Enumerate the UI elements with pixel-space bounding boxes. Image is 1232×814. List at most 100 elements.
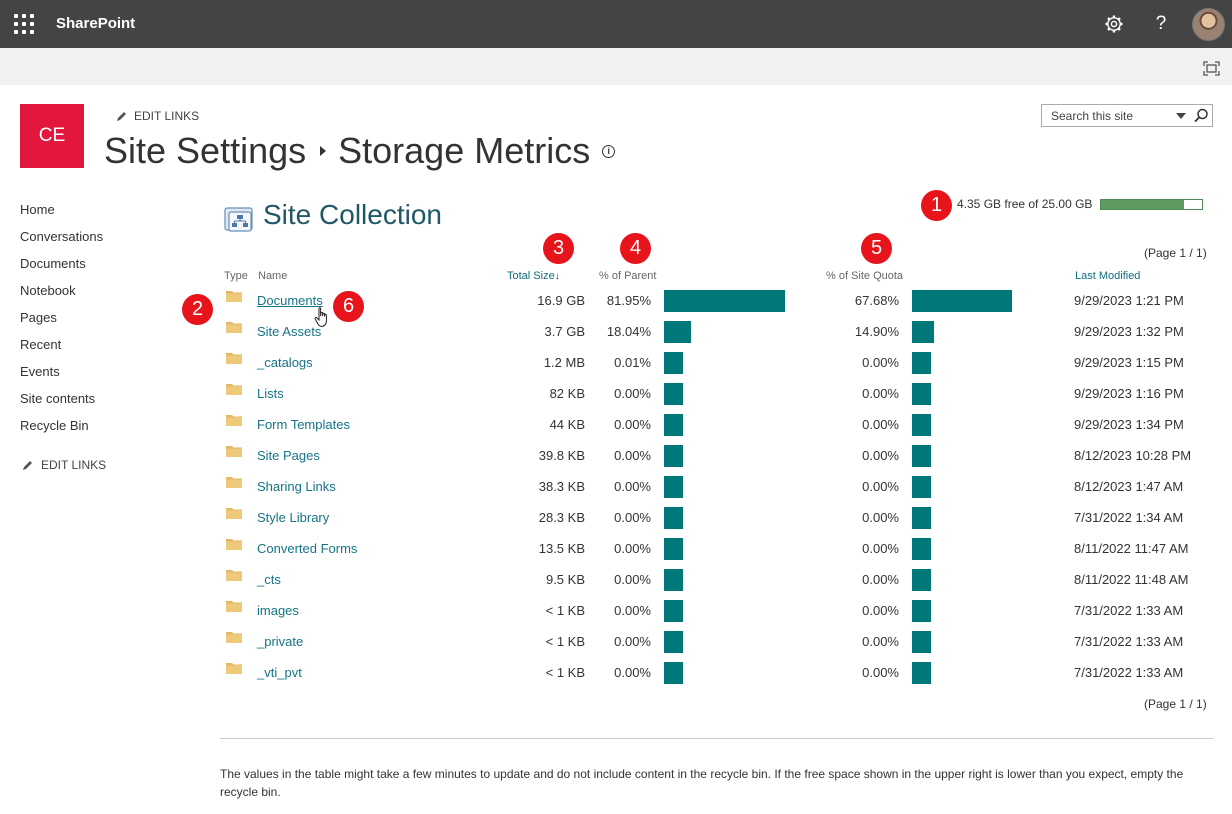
item-last-modified: 9/29/2023 1:16 PM [1074,386,1184,401]
item-name-link[interactable]: _catalogs [257,355,313,370]
item-pct-quota: 0.00% [862,386,899,401]
search-scope-dropdown-icon[interactable] [1176,113,1186,119]
item-total-size: 16.9 GB [537,293,585,308]
folder-icon [226,477,242,488]
app-launcher-icon[interactable] [14,14,34,34]
item-pct-quota: 0.00% [862,479,899,494]
item-pct-parent: 0.00% [614,417,651,432]
item-total-size: 28.3 KB [538,510,585,525]
item-last-modified: 8/12/2023 1:47 AM [1074,479,1184,494]
item-pct-parent: 0.00% [614,665,651,680]
table-row: images < 1 KB 0.00% 0.00% 7/31/2022 1:33 AM [0,597,1232,628]
item-name-link[interactable]: Lists [257,386,284,401]
edit-links-top[interactable]: EDIT LINKS [116,109,199,123]
pct-parent-bar [664,383,683,405]
quota-bar-fill [1101,200,1184,209]
item-name-link[interactable]: Site Pages [257,448,320,463]
table-row: _vti_pvt < 1 KB 0.00% 0.00% 7/31/2022 1:33 A… [0,659,1232,690]
focus-on-content-icon[interactable] [1203,61,1220,76]
item-pct-quota: 0.00% [862,572,899,587]
nav-item-documents[interactable]: Documents [20,254,103,281]
item-name-link[interactable]: _private [257,634,303,649]
item-name-link[interactable]: Sharing Links [257,479,336,494]
folder-icon [226,353,242,364]
item-last-modified: 7/31/2022 1:33 AM [1074,603,1184,618]
item-last-modified: 9/29/2023 1:15 PM [1074,355,1184,370]
section-title: Site Collection [263,199,442,230]
annotation-badge-4: 4 [620,233,651,264]
app-name[interactable]: SharePoint [56,15,135,32]
breadcrumb-parent[interactable]: Site Settings [104,130,306,172]
item-last-modified: 7/31/2022 1:33 AM [1074,634,1184,649]
site-collection-icon [224,207,253,232]
item-last-modified: 7/31/2022 1:33 AM [1074,665,1184,680]
settings-gear-icon[interactable] [1102,12,1126,36]
quota-bar [1100,199,1203,210]
pct-quota-bar [912,383,931,405]
table-row: Form Templates 44 KB 0.00% 0.00% 9/29/2023 1… [0,411,1232,442]
folder-icon [226,291,242,302]
user-avatar[interactable] [1192,8,1225,41]
column-header-total-size[interactable]: Total Size↓ [507,270,560,282]
item-name-link[interactable]: Documents [257,293,323,308]
search-icon[interactable] [1192,107,1210,125]
item-pct-quota: 14.90% [854,324,899,339]
sort-descending-icon: ↓ [554,271,560,282]
item-pct-quota: 0.00% [862,355,899,370]
column-header-pct-quota: % of Site Quota [826,270,904,282]
pct-quota-bar [912,538,931,560]
item-name-link[interactable]: Style Library [257,510,329,525]
search-input[interactable] [1042,105,1162,126]
folder-icon [226,663,242,674]
breadcrumb-arrow-icon [320,146,327,156]
item-pct-parent: 0.00% [614,386,651,401]
item-name-link[interactable]: _vti_pvt [257,665,302,680]
help-icon[interactable]: ? [1150,12,1172,36]
column-header-name: Name [258,270,288,282]
ribbon [0,48,1232,85]
folder-icon [226,384,242,395]
item-total-size: 3.7 GB [544,324,585,339]
nav-item-conversations[interactable]: Conversations [20,227,103,254]
pct-parent-bar [664,538,683,560]
pager-bottom: (Page 1 / 1) [1144,697,1207,711]
pager-top: (Page 1 / 1) [1144,246,1207,260]
annotation-badge-3: 3 [543,233,574,264]
page-title: Site Settings Storage Metrics i [104,130,616,172]
item-name-link[interactable]: Site Assets [257,324,321,339]
item-last-modified: 8/11/2022 11:48 AM [1074,572,1189,587]
item-name-link[interactable]: Form Templates [257,417,350,432]
table-row: Site Assets 3.7 GB 18.04% 14.90% 9/29/2023 1… [0,318,1232,349]
site-logo[interactable]: CE [20,104,84,168]
folder-icon [226,632,242,643]
pct-quota-bar [912,352,931,374]
column-header-last-modified[interactable]: Last Modified [1075,270,1140,282]
annotation-badge-2: 2 [182,294,213,325]
suite-bar: SharePoint ? [0,0,1232,48]
folder-icon [226,446,242,457]
item-name-link[interactable]: _cts [257,572,281,587]
pct-parent-bar [664,600,683,622]
item-pct-quota: 0.00% [862,665,899,680]
search-box[interactable] [1041,104,1213,127]
item-pct-parent: 0.00% [614,510,651,525]
nav-item-home[interactable]: Home [20,200,103,227]
item-pct-quota: 0.00% [862,448,899,463]
item-last-modified: 9/29/2023 1:32 PM [1074,324,1184,339]
footnote: The values in the table might take a few… [220,767,1184,799]
folder-icon [226,508,242,519]
item-pct-quota: 0.00% [862,417,899,432]
annotation-badge-1: 1 [921,190,952,221]
item-total-size: 39.8 KB [538,448,585,463]
folder-icon [226,415,242,426]
item-total-size: 38.3 KB [538,479,585,494]
item-name-link[interactable]: Converted Forms [257,541,357,556]
table-row: _catalogs 1.2 MB 0.01% 0.00% 9/29/2023 1:15 … [0,349,1232,380]
pct-quota-bar [912,600,931,622]
annotation-badge-6: 6 [333,291,364,322]
item-total-size: 9.5 KB [545,572,585,587]
info-icon[interactable]: i [602,144,616,158]
item-name-link[interactable]: images [257,603,299,618]
item-total-size: 1.2 MB [543,355,585,370]
item-pct-parent: 81.95% [606,293,651,308]
